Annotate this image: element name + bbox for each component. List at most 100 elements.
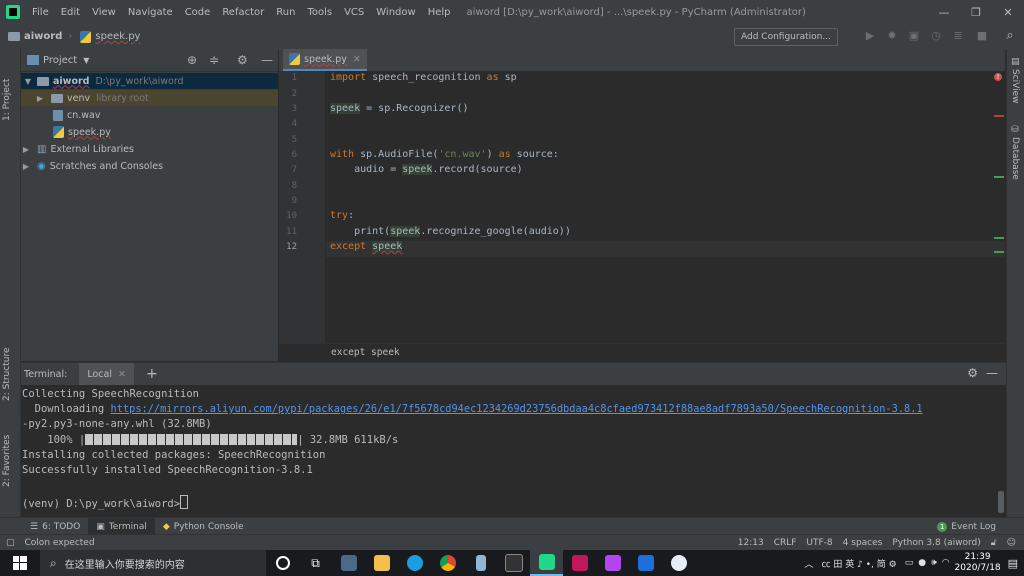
breadcrumb-file[interactable]: speek.py: [80, 30, 140, 43]
locate-icon[interactable]: ⊕: [187, 53, 197, 67]
notification-icon[interactable]: ▤: [1008, 557, 1018, 570]
ime-indicators[interactable]: ㏄ 田 英 ♪ •, 简 ⚙: [822, 557, 897, 570]
code-editor[interactable]: import speech_recognition as sp speek = …: [326, 71, 1005, 343]
structure-tool-tab[interactable]: 2: Structure: [2, 348, 12, 402]
profile-icon[interactable]: ◷: [930, 30, 942, 42]
tree-item-file[interactable]: speek.py: [21, 124, 278, 140]
download-link[interactable]: https://mirrors.aliyun.com/pypi/packages…: [111, 403, 923, 415]
hide-icon[interactable]: —: [986, 366, 998, 380]
taskbar-clock[interactable]: 21:39 2020/7/18: [954, 552, 1002, 574]
change-mark[interactable]: [994, 176, 1004, 178]
menu-refactor[interactable]: Refactor: [216, 7, 270, 18]
database-tool-tab[interactable]: Database: [1010, 137, 1020, 180]
menu-navigate[interactable]: Navigate: [122, 7, 179, 18]
taskbar-app-phpstorm[interactable]: [596, 550, 629, 576]
volume-icon[interactable]: 🕪︎: [931, 558, 937, 568]
task-view-button[interactable]: ⧉: [299, 550, 332, 576]
caret-position[interactable]: 12:13: [738, 538, 764, 548]
menu-vcs[interactable]: VCS: [338, 7, 370, 18]
coverage-icon[interactable]: ▣: [908, 30, 920, 42]
windows-start-button[interactable]: [0, 550, 40, 576]
taskbar-app-notepad[interactable]: [464, 550, 497, 576]
tree-item-root[interactable]: ▼ aiword D:\py_work\aiword: [21, 73, 278, 89]
menu-tools[interactable]: Tools: [301, 7, 338, 18]
menu-code[interactable]: Code: [179, 7, 217, 18]
cortana-button[interactable]: [266, 550, 299, 576]
chevron-down-icon[interactable]: ▼: [23, 77, 33, 86]
taskbar-app-blue[interactable]: [629, 550, 662, 576]
editor-tab-label: speek.py: [304, 53, 347, 65]
close-icon[interactable]: ✕: [353, 54, 361, 65]
chevron-right-icon[interactable]: ▶: [35, 94, 45, 103]
terminal-panel[interactable]: Terminal: Local ✕ + ⚙ — Collecting Speec…: [21, 362, 1006, 517]
minimize-button[interactable]: —: [928, 6, 960, 19]
hide-icon[interactable]: —: [261, 53, 273, 67]
inspector-icon[interactable]: ☺: [1007, 538, 1016, 548]
context-breadcrumb-text[interactable]: except speek: [331, 347, 400, 358]
concurrency-icon[interactable]: ≣: [952, 30, 964, 42]
collapse-all-icon[interactable]: ≑: [209, 53, 219, 67]
terminal-tab-local[interactable]: Local ✕: [79, 363, 134, 385]
todo-tool-tab[interactable]: ☰ 6: TODO: [22, 518, 88, 535]
terminal-tool-tab[interactable]: ▣ Terminal: [88, 518, 155, 535]
restore-button[interactable]: ❐: [960, 6, 992, 19]
tree-item-external-libraries[interactable]: ▶ ▥ External Libraries: [21, 141, 278, 157]
close-button[interactable]: ✕: [992, 6, 1024, 19]
lock-icon[interactable]: 🔓︎: [991, 538, 997, 548]
chevron-right-icon[interactable]: ▶: [21, 162, 31, 171]
error-indicator-icon[interactable]: !: [994, 73, 1002, 81]
menu-file[interactable]: File: [26, 7, 55, 18]
chevron-right-icon[interactable]: ▶: [21, 145, 31, 154]
menu-window[interactable]: Window: [370, 7, 421, 18]
menu-help[interactable]: Help: [422, 7, 457, 18]
tree-item-venv[interactable]: ▶ venv library root: [21, 90, 278, 106]
change-mark[interactable]: [994, 237, 1004, 239]
terminal-scrollbar[interactable]: [998, 491, 1004, 513]
chevron-down-icon[interactable]: ▼: [83, 56, 89, 65]
taskbar-app-chrome[interactable]: [431, 550, 464, 576]
wifi-icon[interactable]: ◠: [942, 558, 950, 568]
taskbar-app-network[interactable]: [662, 550, 695, 576]
close-icon[interactable]: ✕: [118, 369, 126, 380]
gear-icon[interactable]: ⚙: [237, 53, 248, 67]
microphone-icon[interactable]: ●: [918, 558, 926, 568]
favorites-tool-tab[interactable]: 2: Favorites: [2, 435, 12, 487]
photos-icon: [340, 555, 357, 571]
taskbar-search[interactable]: ⌕ 在这里输入你要搜索的内容: [40, 550, 266, 576]
gear-icon[interactable]: ⚙: [967, 366, 978, 380]
stop-icon[interactable]: ■: [976, 30, 988, 42]
editor-tab-speek[interactable]: speek.py ✕: [283, 49, 367, 71]
layout-icon[interactable]: ▢: [6, 538, 15, 548]
battery-icon[interactable]: ▭: [905, 558, 914, 568]
file-encoding[interactable]: UTF-8: [806, 538, 832, 548]
debug-icon[interactable]: ✹: [886, 30, 898, 42]
chevron-up-icon[interactable]: ︿: [805, 557, 814, 570]
tree-item-scratches[interactable]: ▶ ◉ Scratches and Consoles: [21, 158, 278, 174]
add-configuration-button[interactable]: Add Configuration...: [734, 28, 838, 46]
taskbar-app-photos[interactable]: [332, 550, 365, 576]
taskbar-app-intellij[interactable]: [563, 550, 596, 576]
breadcrumb-project[interactable]: aiword ›: [8, 31, 72, 42]
sciview-tool-tab[interactable]: SciView: [1010, 69, 1020, 104]
python-console-tool-tab[interactable]: ◆ Python Console: [155, 518, 252, 535]
indent-setting[interactable]: 4 spaces: [843, 538, 883, 548]
change-mark[interactable]: [994, 251, 1004, 253]
add-icon[interactable]: +: [146, 366, 158, 382]
error-mark[interactable]: [994, 115, 1004, 117]
menu-view[interactable]: View: [86, 7, 122, 18]
project-panel-title[interactable]: Project: [43, 55, 77, 66]
menu-edit[interactable]: Edit: [55, 7, 86, 18]
taskbar-app-pycharm[interactable]: [530, 550, 563, 576]
terminal-prompt[interactable]: (venv) D:\py_work\aiword>: [22, 495, 189, 510]
search-icon[interactable]: ⌕: [1004, 29, 1016, 42]
tree-item-file[interactable]: cn.wav: [21, 107, 278, 123]
menu-run[interactable]: Run: [270, 7, 301, 18]
python-interpreter[interactable]: Python 3.8 (aiword): [892, 538, 980, 548]
taskbar-app-edge[interactable]: [398, 550, 431, 576]
event-log-tool-tab[interactable]: 1 Event Log: [929, 518, 1004, 535]
taskbar-app-cmd[interactable]: [497, 550, 530, 576]
project-tool-tab[interactable]: 1: Project: [2, 79, 12, 121]
run-icon[interactable]: ▶: [864, 30, 876, 42]
line-separator[interactable]: CRLF: [774, 538, 797, 548]
taskbar-app-explorer[interactable]: [365, 550, 398, 576]
